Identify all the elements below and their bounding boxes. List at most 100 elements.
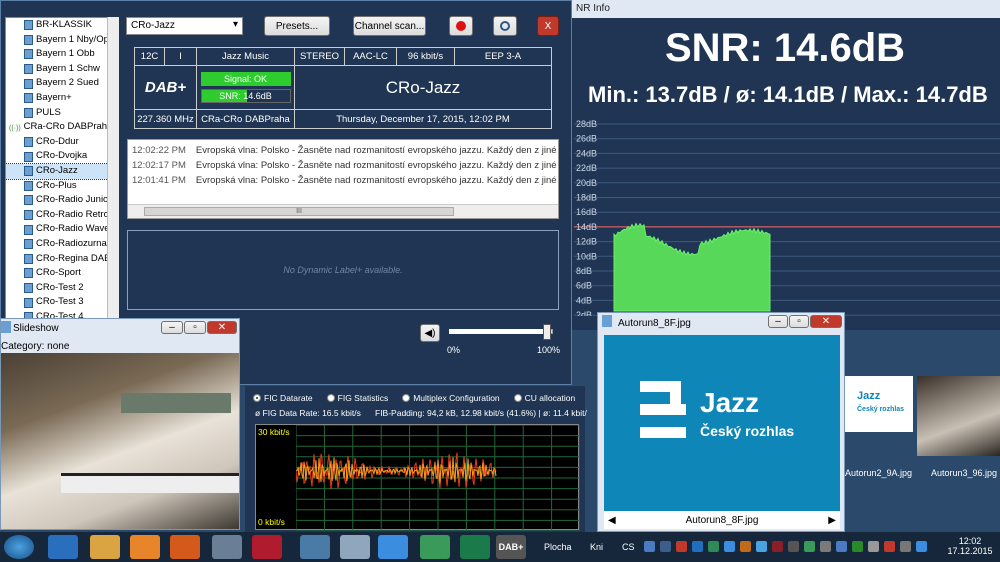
channel-item[interactable]: CRo-Dvojka xyxy=(6,149,118,164)
language-indicator[interactable]: CS xyxy=(622,542,635,552)
fic-radio-option[interactable]: Multiplex Configuration xyxy=(402,391,500,405)
tray-icon[interactable] xyxy=(708,541,719,552)
channel-item[interactable]: CRo-Test 2 xyxy=(6,281,118,296)
tray-icon[interactable] xyxy=(644,541,655,552)
libraries-toolbar-label[interactable]: Kni xyxy=(590,542,603,552)
channel-label: CRa-CRo DABPraha xyxy=(23,121,113,133)
fic-radio-option[interactable]: CU allocation xyxy=(513,391,575,405)
tray-icon[interactable] xyxy=(836,541,847,552)
maximize-button[interactable]: ▫ xyxy=(184,321,206,334)
channel-item[interactable]: CRo-Radio Wave xyxy=(6,222,118,237)
slideshow-close-button[interactable]: ✕ xyxy=(207,321,237,334)
slideshow-title: Slideshow xyxy=(13,323,59,334)
tray-icon[interactable] xyxy=(692,541,703,552)
calculator-icon[interactable] xyxy=(340,535,370,559)
cloud-icon[interactable] xyxy=(378,535,408,559)
record-icon xyxy=(456,21,466,31)
internet-explorer-icon[interactable] xyxy=(48,535,78,559)
channel-item[interactable]: CRo-Plus xyxy=(6,179,118,194)
mute-button[interactable]: ◀) xyxy=(420,324,440,342)
thumbnail-1[interactable]: Jazz Český rozhlas xyxy=(845,376,913,432)
settings-button[interactable] xyxy=(493,16,517,36)
volume-slider[interactable] xyxy=(449,324,553,340)
channel-item[interactable]: ((·)) CRa-CRo DABPraha xyxy=(6,120,118,135)
record-button[interactable] xyxy=(449,16,473,36)
minimize-button[interactable]: ‒ xyxy=(161,321,183,334)
station-dropdown[interactable]: CRo-Jazz ▾ xyxy=(126,17,243,35)
map-icon[interactable] xyxy=(420,535,450,559)
channel-item[interactable]: Bayern+ xyxy=(6,91,118,106)
volume-max-label: 100% xyxy=(537,345,561,355)
channel-item[interactable]: CRo-Regina DAB xyxy=(6,252,118,267)
channel-label: Bayern 1 Schw xyxy=(36,62,100,74)
channel-item[interactable]: Bayern 1 Schw xyxy=(6,62,118,77)
channel-item[interactable]: Bayern 1 Obb xyxy=(6,47,118,62)
station-icon xyxy=(24,210,33,221)
tray-icon[interactable] xyxy=(660,541,671,552)
channel-item[interactable]: CRo-Jazz xyxy=(6,162,118,180)
channel-item[interactable]: CRo-Radiozurnal xyxy=(6,237,118,252)
network-icon[interactable] xyxy=(300,535,330,559)
clock[interactable]: 12:02 17.12.2015 xyxy=(944,536,996,556)
fic-radio-option[interactable]: FIG Statistics xyxy=(326,391,388,405)
tray-icon[interactable] xyxy=(852,541,863,552)
tray-icon[interactable] xyxy=(884,541,895,552)
log-row[interactable]: 12:02:22 PM Evropská vlna: Polsko - Žasně… xyxy=(128,143,558,158)
log-row[interactable]: 12:02:17 PM Evropská vlna: Polsko - Žasně… xyxy=(128,158,558,173)
channel-item[interactable]: CRo-Radio Junior xyxy=(6,193,118,208)
channel-scan-button[interactable]: Channel scan... xyxy=(353,16,426,36)
fic-radio-option[interactable]: FIC Datarate xyxy=(253,391,313,405)
maximize-icon: ▫ xyxy=(797,316,801,327)
tray-icon[interactable] xyxy=(804,541,815,552)
tray-icon[interactable] xyxy=(868,541,879,552)
prev-image-icon[interactable]: ◀ xyxy=(608,515,616,526)
snr-big-value: SNR: 14.6dB xyxy=(664,26,906,70)
channel-item[interactable]: PULS xyxy=(6,106,118,121)
media-player-icon[interactable] xyxy=(130,535,160,559)
log-scroll-thumb[interactable]: III xyxy=(144,207,454,216)
dls-history-log[interactable]: 12:02:22 PM Evropská vlna: Polsko - Žasně… xyxy=(127,139,559,219)
station-icon xyxy=(24,107,33,118)
tray-icon[interactable] xyxy=(724,541,735,552)
channel-list[interactable]: BR-KLASSIK Bayern 1 Nby/Opf Bayern 1 Obb Ba… xyxy=(5,17,119,322)
tray-icon[interactable] xyxy=(788,541,799,552)
tray-icon[interactable] xyxy=(772,541,783,552)
snr-info-window: NR Info SNR: 14.6dB Min.: 13.7dB / ø: 14… xyxy=(570,0,1000,330)
thumbnail-2[interactable] xyxy=(917,376,1000,456)
tool-icon[interactable] xyxy=(212,535,242,559)
channel-item[interactable]: CRo-Test 3 xyxy=(6,295,118,310)
channel-item[interactable]: Bayern 2 Sued xyxy=(6,76,118,91)
tray-icon[interactable] xyxy=(820,541,831,552)
snr-y-tick: 16dB xyxy=(576,207,597,217)
log-horizontal-scrollbar[interactable]: III xyxy=(128,204,558,218)
minimize-button[interactable]: ‒ xyxy=(768,315,788,328)
volume-thumb[interactable] xyxy=(542,324,551,340)
channel-list-scrollbar[interactable] xyxy=(107,17,119,322)
tray-icon[interactable] xyxy=(740,541,751,552)
file-explorer-icon[interactable] xyxy=(90,535,120,559)
tray-icon[interactable] xyxy=(916,541,927,552)
tray-icon[interactable] xyxy=(756,541,767,552)
maximize-button[interactable]: ▫ xyxy=(789,315,809,328)
channel-item[interactable]: CRo-Radio Retro xyxy=(6,208,118,223)
dab-app-icon[interactable]: DAB+ xyxy=(496,535,526,559)
snr-history-graph: 28dB 26dB 24dB 22dB 20dB 18dB 16dB 14dB 12dB 10dB… xyxy=(574,119,1000,316)
channel-item[interactable]: BR-KLASSIK xyxy=(6,18,118,33)
start-button[interactable] xyxy=(4,535,34,559)
presets-button[interactable]: Presets... xyxy=(264,16,330,36)
globe-icon[interactable] xyxy=(460,535,490,559)
channel-item[interactable]: CRo-Sport xyxy=(6,266,118,281)
channel-item[interactable]: Bayern 1 Nby/Opf xyxy=(6,33,118,48)
autorun-close-button[interactable]: ✕ xyxy=(810,315,842,328)
tray-icon[interactable] xyxy=(676,541,687,552)
genre-cell: Jazz Music xyxy=(197,48,295,66)
tray-icon[interactable] xyxy=(900,541,911,552)
channel-item[interactable]: CRo-Ddur xyxy=(6,135,118,150)
winamp-icon[interactable] xyxy=(252,535,282,559)
close-button[interactable]: X xyxy=(537,16,559,36)
firefox-icon[interactable] xyxy=(170,535,200,559)
channel-label: CRo-Test 3 xyxy=(36,296,84,308)
log-row[interactable]: 12:01:41 PM Evropská vlna: Polsko - Žasně… xyxy=(128,173,558,188)
desktop-toolbar-label[interactable]: Plocha xyxy=(544,542,572,552)
next-image-icon[interactable]: ▶ xyxy=(828,515,836,526)
